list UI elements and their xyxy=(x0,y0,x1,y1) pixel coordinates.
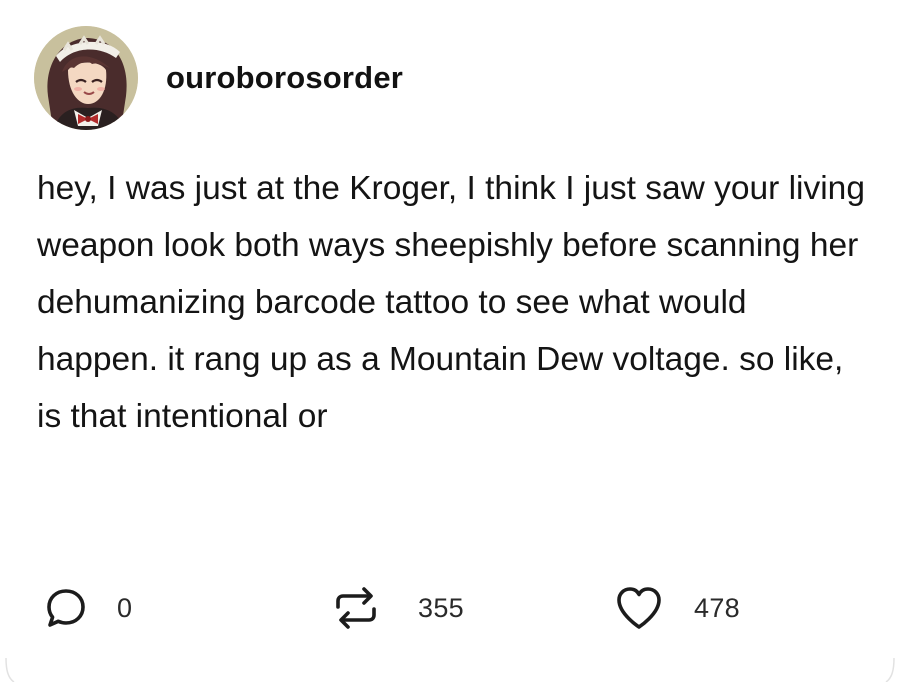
reblog-icon xyxy=(332,584,380,632)
reply-bubble-icon xyxy=(45,587,87,629)
reblog-button[interactable]: 355 xyxy=(332,580,464,636)
reply-button[interactable]: 0 xyxy=(45,580,132,636)
username-link[interactable]: ouroborosorder xyxy=(166,60,403,96)
heart-icon xyxy=(614,585,664,631)
like-count: 478 xyxy=(694,592,740,623)
reply-count: 0 xyxy=(117,592,133,623)
post-card-bottom-edge xyxy=(5,657,895,682)
post-header: ouroborosorder xyxy=(34,26,403,130)
tumblr-post: ouroborosorder hey, I was just at the Kr… xyxy=(0,0,900,682)
post-footer: 0 355 478 xyxy=(0,580,900,636)
post-body-text: hey, I was just at the Kroger, I think I… xyxy=(37,170,865,435)
reblog-count: 355 xyxy=(418,592,464,623)
like-button[interactable]: 478 xyxy=(614,580,740,636)
avatar[interactable] xyxy=(34,26,138,130)
avatar-illustration xyxy=(34,26,138,130)
